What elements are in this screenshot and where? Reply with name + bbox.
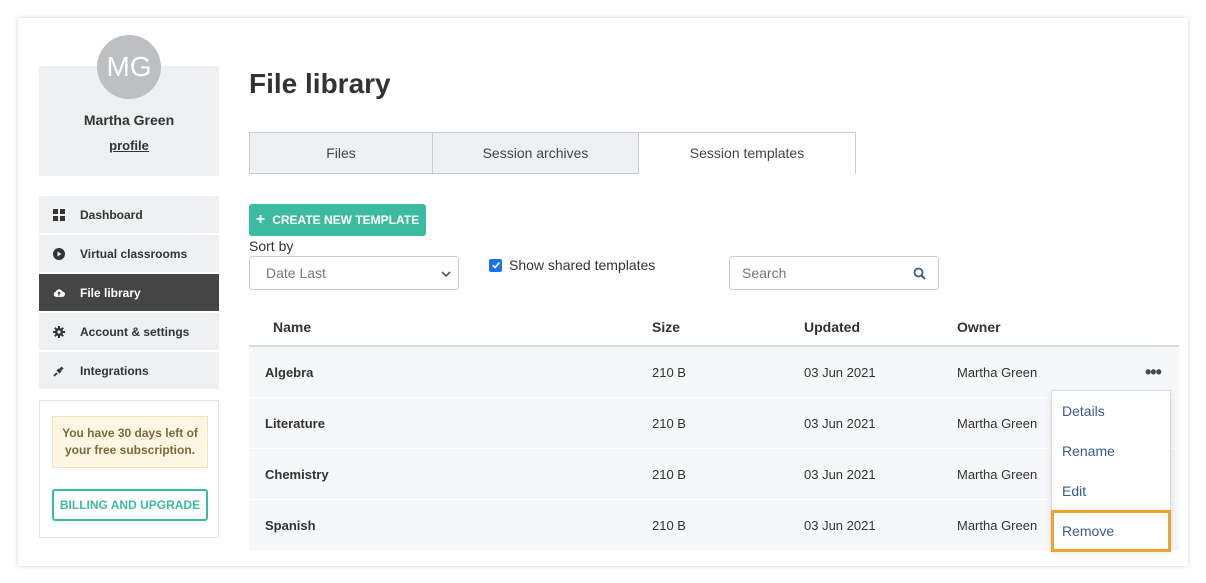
column-header-size[interactable]: Size — [652, 319, 680, 335]
table-row[interactable]: Spanish 210 B 03 Jun 2021 Martha Green — [249, 500, 1179, 551]
row-updated: 03 Jun 2021 — [804, 416, 876, 431]
tab-files[interactable]: Files — [249, 132, 433, 174]
sidebar-item-dashboard[interactable]: Dashboard — [39, 196, 219, 233]
page-title: File library — [249, 68, 391, 99]
row-owner: Martha Green — [957, 365, 1038, 380]
shared-label: Show shared templates — [509, 257, 656, 273]
table-row[interactable]: Literature 210 B 03 Jun 2021 Martha Gree… — [249, 398, 1179, 449]
row-owner: Martha Green — [957, 518, 1038, 533]
row-updated: 03 Jun 2021 — [804, 518, 876, 533]
tab-session-archives[interactable]: Session archives — [432, 132, 639, 174]
row-name: Literature — [265, 416, 325, 431]
sidebar-item-virtual-classrooms[interactable]: Virtual classrooms — [39, 235, 219, 272]
row-actions-menu: Details Rename Edit Remove — [1051, 390, 1171, 552]
more-options-icon[interactable]: ••• — [1145, 363, 1162, 381]
trial-notice: You have 30 days left of your free subsc… — [52, 416, 208, 468]
sidebar-item-label: Dashboard — [80, 207, 143, 222]
sidebar-item-label: Integrations — [80, 363, 149, 378]
sort-value: Date Last — [266, 265, 326, 281]
search-icon[interactable] — [913, 267, 926, 280]
table-row[interactable]: Chemistry 210 B 03 Jun 2021 Martha Green — [249, 449, 1179, 500]
row-owner: Martha Green — [957, 416, 1038, 431]
create-template-label: CREATE NEW TEMPLATE — [272, 213, 420, 227]
subscription-panel: You have 30 days left of your free subsc… — [39, 400, 219, 538]
profile-name: Martha Green — [83, 112, 175, 128]
sidebar-item-account-settings[interactable]: Account & settings — [39, 313, 219, 350]
chevron-down-icon — [441, 271, 451, 278]
avatar[interactable]: MG — [97, 35, 161, 99]
row-updated: 03 Jun 2021 — [804, 365, 876, 380]
sort-label: Sort by — [249, 238, 294, 254]
menu-item-details[interactable]: Details — [1052, 391, 1170, 431]
billing-upgrade-button[interactable]: BILLING AND UPGRADE — [52, 489, 208, 521]
row-owner: Martha Green — [957, 467, 1038, 482]
search-box[interactable] — [729, 256, 939, 290]
plug-icon — [53, 365, 65, 377]
gear-icon — [53, 325, 65, 338]
sidebar-item-file-library[interactable]: File library — [39, 274, 219, 311]
row-size: 210 B — [652, 518, 686, 533]
sidebar-item-label: Virtual classrooms — [80, 246, 188, 261]
sidebar-item-label: File library — [80, 285, 141, 300]
shared-checkbox[interactable] — [489, 258, 502, 272]
column-header-updated[interactable]: Updated — [804, 319, 860, 335]
templates-table: Name Size Updated Owner Algebra 210 B 03… — [249, 310, 1179, 551]
menu-item-edit[interactable]: Edit — [1052, 471, 1170, 511]
search-input[interactable] — [742, 265, 902, 281]
sort-select[interactable]: Date Last — [249, 256, 459, 290]
show-shared-toggle[interactable]: Show shared templates — [489, 257, 655, 273]
menu-item-rename[interactable]: Rename — [1052, 431, 1170, 471]
dashboard-icon — [53, 208, 65, 221]
row-size: 210 B — [652, 416, 686, 431]
create-template-button[interactable]: + CREATE NEW TEMPLATE — [249, 204, 426, 236]
cloud-upload-icon — [53, 287, 65, 299]
play-icon — [53, 247, 65, 260]
tab-bar: Files Session archives Session templates — [249, 132, 856, 174]
row-name: Chemistry — [265, 467, 329, 482]
tab-session-templates[interactable]: Session templates — [638, 132, 856, 174]
row-updated: 03 Jun 2021 — [804, 467, 876, 482]
sidebar-item-label: Account & settings — [80, 324, 190, 339]
column-header-owner[interactable]: Owner — [957, 319, 1001, 335]
row-name: Spanish — [265, 518, 316, 533]
column-header-name[interactable]: Name — [273, 319, 311, 335]
menu-item-remove[interactable]: Remove — [1051, 510, 1171, 552]
row-size: 210 B — [652, 365, 686, 380]
row-name: Algebra — [265, 365, 314, 380]
table-header: Name Size Updated Owner — [249, 310, 1179, 347]
sidebar-item-integrations[interactable]: Integrations — [39, 352, 219, 389]
sidebar-nav: Dashboard Virtual classrooms File librar… — [39, 196, 219, 391]
plus-icon: + — [255, 211, 266, 228]
row-size: 210 B — [652, 467, 686, 482]
profile-link[interactable]: profile — [39, 138, 219, 153]
table-row[interactable]: Algebra 210 B 03 Jun 2021 Martha Green •… — [249, 347, 1179, 398]
